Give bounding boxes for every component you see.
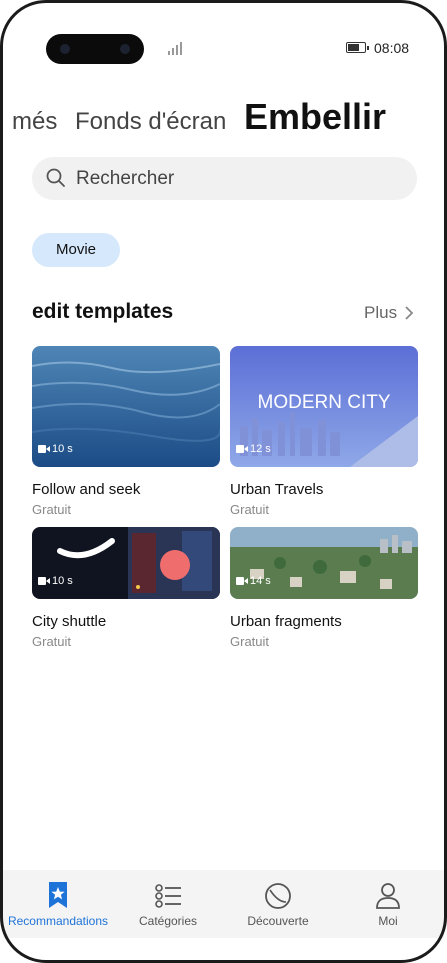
duration-text: 14 s xyxy=(250,575,271,587)
template-thumbnail[interactable]: 10 s xyxy=(32,527,220,599)
search-icon xyxy=(46,168,65,187)
template-title: City shuttle xyxy=(32,613,107,630)
category-tabs: més Fonds d'écran Embellir xyxy=(0,96,447,146)
camera-lens xyxy=(60,44,70,54)
more-link[interactable]: Plus xyxy=(364,303,414,323)
template-price: Gratuit xyxy=(32,502,72,517)
compass-icon xyxy=(265,883,291,909)
template-title: Urban Travels xyxy=(230,481,324,498)
search-bar[interactable]: Rechercher xyxy=(32,157,417,200)
person-icon xyxy=(376,883,400,909)
template-thumbnail[interactable]: 10 s xyxy=(32,346,220,467)
template-card[interactable]: 14 s Urban fragments Gratuit xyxy=(230,527,418,649)
bottom-navigation: Recommandations Catégories Découverte Mo… xyxy=(3,870,444,938)
clock: 08:08 xyxy=(374,40,410,56)
nav-label: Catégories xyxy=(138,914,198,928)
front-camera xyxy=(46,34,144,64)
video-camera-icon xyxy=(38,445,50,454)
chip-movie[interactable]: Movie xyxy=(32,233,120,267)
chevron-right-icon xyxy=(405,306,414,320)
duration-text: 10 s xyxy=(52,575,73,587)
tab-wallpapers[interactable]: Fonds d'écran xyxy=(75,108,226,136)
template-card[interactable]: 10 s City shuttle Gratuit xyxy=(32,527,220,649)
nav-categories[interactable]: Catégories xyxy=(113,870,223,938)
duration-badge: 10 s xyxy=(38,575,73,587)
star-bookmark-icon xyxy=(49,882,67,908)
more-label: Plus xyxy=(364,303,398,322)
video-camera-icon xyxy=(236,577,248,586)
duration-badge: 14 s xyxy=(236,575,271,587)
nav-decouverte[interactable]: Découverte xyxy=(223,870,333,938)
template-thumbnail[interactable]: 14 s xyxy=(230,527,418,599)
tab-partial[interactable]: més xyxy=(12,108,57,136)
duration-text: 10 s xyxy=(52,443,73,455)
list-icon xyxy=(155,884,181,908)
video-camera-icon xyxy=(236,445,248,454)
signal-icon xyxy=(168,41,186,55)
search-placeholder: Rechercher xyxy=(76,168,175,189)
duration-text: 12 s xyxy=(250,443,271,455)
nav-label: Moi xyxy=(378,914,398,928)
nav-moi[interactable]: Moi xyxy=(333,870,443,938)
nav-label: Recommandations xyxy=(7,914,109,928)
train-image xyxy=(32,527,220,599)
duration-badge: 12 s xyxy=(236,443,271,455)
status-bar: 08:08 xyxy=(0,28,447,68)
battery-icon xyxy=(346,42,369,53)
template-card[interactable]: 10 s Follow and seek Gratuit xyxy=(32,346,220,517)
overlay-text: MODERN CITY xyxy=(258,392,391,413)
nav-recommandations[interactable]: Recommandations xyxy=(3,870,113,938)
template-title: Follow and seek xyxy=(32,481,141,498)
template-price: Gratuit xyxy=(32,634,72,649)
template-thumbnail[interactable]: MODERN CITY 12 s xyxy=(230,346,418,467)
template-price: Gratuit xyxy=(230,502,270,517)
duration-badge: 10 s xyxy=(38,443,73,455)
template-card[interactable]: MODERN CITY 12 s Urban Travels Gratuit xyxy=(230,346,418,517)
video-camera-icon xyxy=(38,577,50,586)
tab-embellir[interactable]: Embellir xyxy=(244,96,386,138)
template-title: Urban fragments xyxy=(230,613,342,630)
nav-label: Découverte xyxy=(247,914,309,928)
aerial-city-image xyxy=(230,527,418,599)
section-title: edit templates xyxy=(32,300,174,323)
camera-lens xyxy=(120,44,130,54)
template-price: Gratuit xyxy=(230,634,270,649)
